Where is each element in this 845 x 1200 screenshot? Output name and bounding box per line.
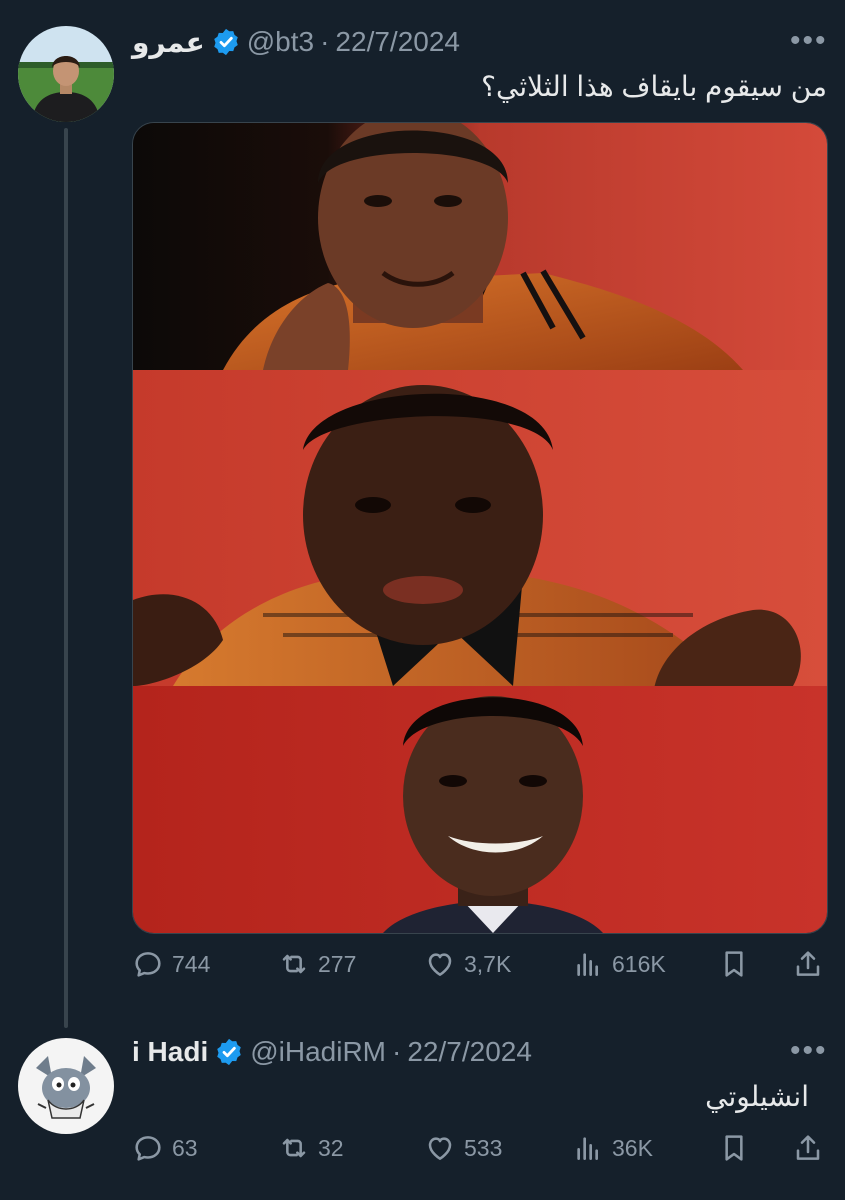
share-button[interactable] (792, 948, 824, 980)
tweet2-date[interactable]: 22/7/2024 (407, 1036, 532, 1068)
bookmark-icon (725, 951, 743, 977)
tweet1-avatar[interactable] (18, 26, 114, 122)
views-count: 36K (612, 1134, 653, 1161)
tweet2-handle[interactable]: @iHadiRM (250, 1036, 386, 1068)
tweet1-text: من سيقوم بايقاف هذا الثلاثي؟ (481, 71, 827, 102)
more-icon[interactable]: ••• (790, 26, 828, 56)
bookmark-icon (725, 1135, 743, 1161)
tweet1-actions: 744 277 3,7K 616K (132, 948, 826, 988)
tweet2-avatar[interactable] (18, 1038, 114, 1134)
tweet2-separator: · (392, 1036, 402, 1067)
tweet2-header: i Hadi @iHadiRM · 22/7/2024 (132, 1036, 532, 1068)
like-button[interactable]: 3,7K (424, 948, 511, 980)
tweet2-display-name[interactable]: i Hadi (132, 1036, 208, 1068)
repost-count: 32 (318, 1134, 344, 1161)
views-button[interactable]: 36K (572, 1132, 653, 1164)
bookmark-button[interactable] (718, 948, 750, 980)
like-icon (428, 1137, 452, 1160)
like-count: 3,7K (464, 950, 512, 977)
reply-icon (135, 952, 161, 977)
repost-count: 277 (318, 950, 357, 977)
repost-button[interactable]: 32 (278, 1132, 344, 1164)
reply-count: 63 (172, 1134, 198, 1161)
reply-button[interactable]: 63 (132, 1132, 198, 1164)
like-icon (428, 953, 452, 976)
tweet1-header: عمرو @bt3 · 22/7/2024 (132, 26, 460, 58)
tweet2-actions: 63 32 533 36K (132, 1132, 826, 1172)
tweet1-handle[interactable]: @bt3 (247, 26, 314, 58)
views-count: 616K (612, 950, 666, 977)
repost-button[interactable]: 277 (278, 948, 356, 980)
reply-icon (135, 1136, 161, 1161)
views-icon (577, 1137, 598, 1160)
share-button[interactable] (792, 1132, 824, 1164)
tweet2-text: انشيلوتي (705, 1081, 809, 1112)
verified-badge-icon (211, 27, 241, 57)
tweet1-date[interactable]: 22/7/2024 (335, 26, 460, 58)
like-count: 533 (464, 1134, 503, 1161)
media-panel-3 (133, 686, 827, 933)
media-panel-2 (133, 370, 827, 686)
share-icon (796, 1135, 820, 1160)
verified-badge-icon (214, 1037, 244, 1067)
tweet1-display-name[interactable]: عمرو (132, 26, 205, 59)
views-icon (577, 953, 598, 976)
views-button[interactable]: 616K (572, 948, 666, 980)
tweet1-media[interactable] (132, 122, 828, 934)
media-panel-1 (133, 123, 827, 370)
bookmark-button[interactable] (718, 1132, 750, 1164)
thread-connector-line (64, 128, 68, 1028)
repost-icon (282, 954, 306, 974)
reply-button[interactable]: 744 (132, 948, 210, 980)
like-button[interactable]: 533 (424, 1132, 502, 1164)
repost-icon (282, 1138, 306, 1158)
reply-count: 744 (172, 950, 211, 977)
share-icon (796, 951, 820, 976)
tweet1-separator: · (320, 26, 330, 57)
more-icon[interactable]: ••• (790, 1036, 828, 1066)
